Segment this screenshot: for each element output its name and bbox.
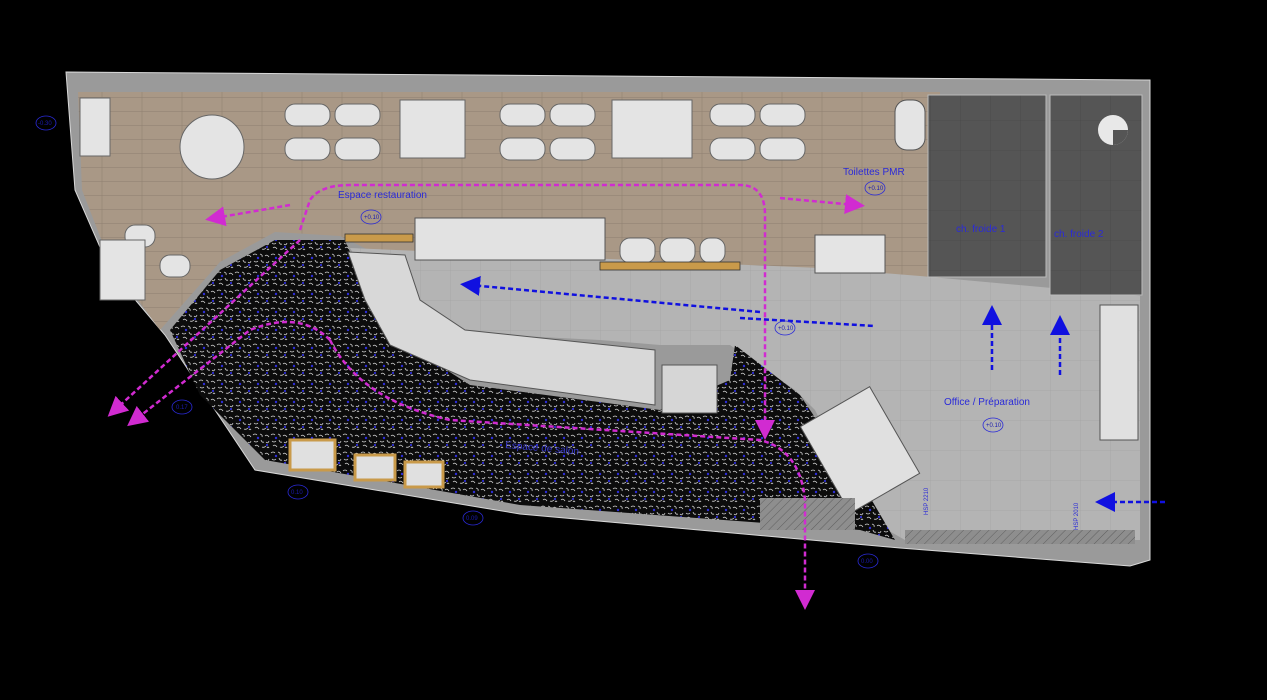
level-s: 0.09 [466, 516, 478, 522]
entrance-threshold [905, 530, 1135, 544]
room-label-office: Office / Préparation [944, 397, 1030, 408]
north-arrow-icon [1098, 115, 1128, 145]
height-label-b: HSP 2010 [1074, 502, 1080, 530]
sink-unit [1099, 304, 1139, 441]
room-label-cold-room-1: ch. froide 1 [956, 224, 1006, 235]
cold-room-1-floor [927, 94, 1047, 278]
level-w-entry: 0.17 [176, 405, 188, 411]
room-label-cold-room-2: ch. froide 2 [1054, 229, 1104, 240]
level-office: +0.10 [986, 423, 1002, 429]
room-label-restaurant: Espace restauration [338, 190, 427, 201]
toilet-basin [814, 234, 886, 274]
cold-room-2-floor [1049, 94, 1143, 296]
level-sw: 0.10 [291, 490, 303, 496]
floor-plan: Espace restauration Toilettes PMR ch. fr… [35, 71, 1165, 610]
bar-cabinet [661, 364, 718, 414]
level-toilets: +0.10 [868, 186, 884, 192]
level-bar: +0.10 [778, 326, 794, 332]
room-label-toilets: Toilettes PMR [843, 167, 905, 178]
back-counter [414, 217, 606, 261]
height-label-a: HSP 2210 [924, 487, 930, 515]
level-restaurant: +0.10 [364, 215, 380, 221]
entrance-mat [760, 498, 855, 530]
level-se: 0.00 [861, 559, 873, 565]
level-nw: -0.30 [38, 121, 52, 127]
toilet [894, 99, 926, 151]
